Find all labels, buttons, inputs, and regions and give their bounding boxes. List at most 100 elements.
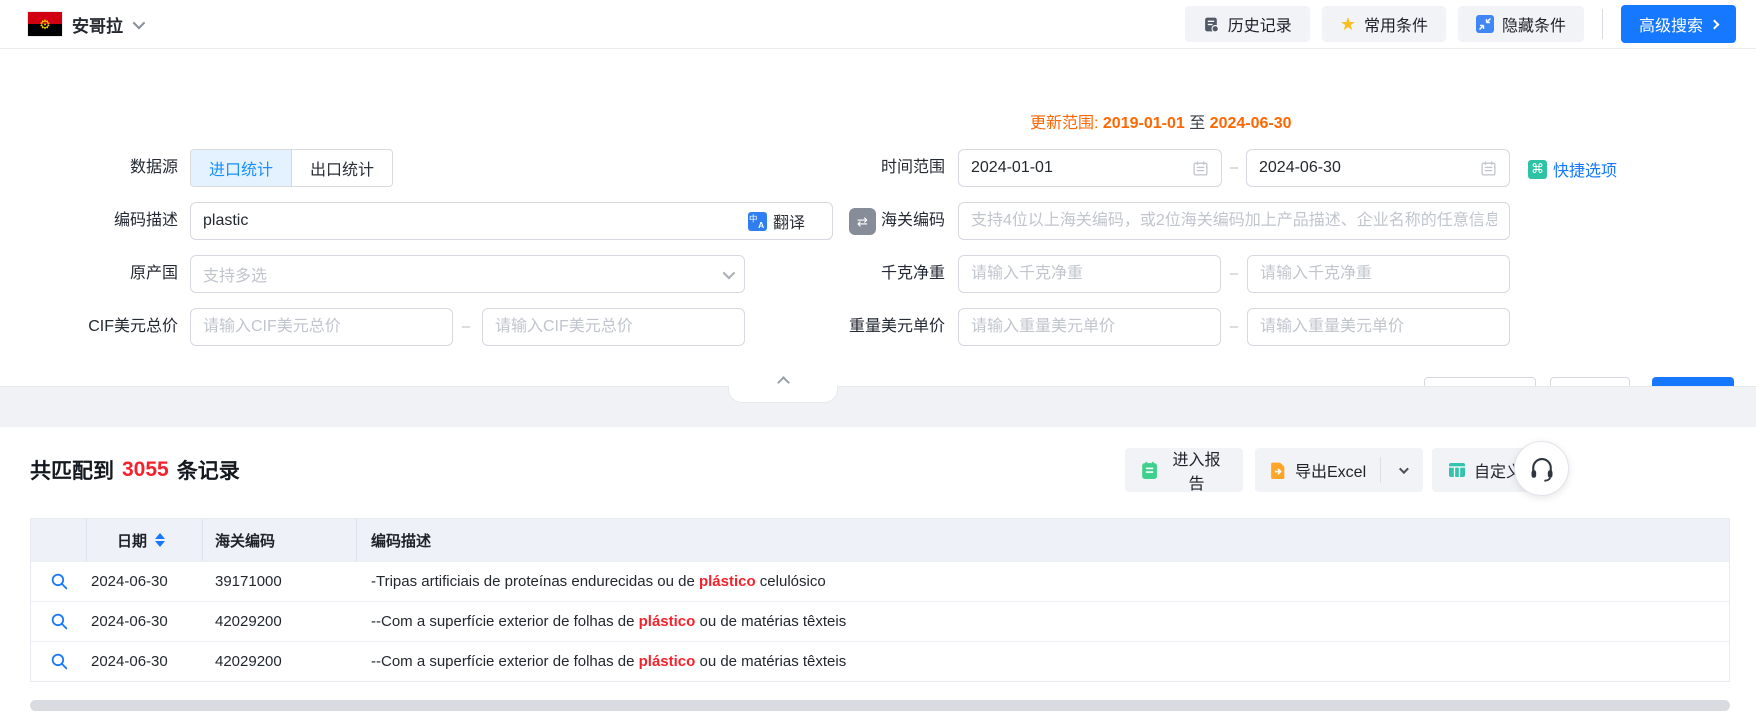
horizontal-scrollbar[interactable]: [30, 700, 1730, 711]
sort-toggle[interactable]: [155, 533, 165, 547]
unit-price-label: 重量美元单价: [770, 308, 945, 346]
export-excel-group: 导出Excel: [1255, 448, 1423, 492]
topbar-actions: 历史记录 ★ 常用条件 隐藏条件 高级搜索: [1185, 5, 1736, 43]
origin-country-label: 原产国: [0, 255, 178, 293]
quick-options-label: 快捷选项: [1553, 157, 1617, 181]
row-description: --Com a superfície exterior de folhas de…: [357, 613, 1729, 630]
unit-price-min-input[interactable]: [958, 308, 1221, 346]
desc-text: -Tripas artificiais de proteínas endurec…: [371, 573, 699, 590]
magnifier-icon[interactable]: [50, 572, 69, 591]
favorites-button[interactable]: ★ 常用条件: [1322, 6, 1446, 42]
calendar-icon: [1192, 160, 1209, 177]
advanced-search-button[interactable]: 高级搜索: [1621, 5, 1736, 43]
enter-report-button[interactable]: 进入报告: [1125, 448, 1243, 492]
date-start-input[interactable]: 2024-01-01: [958, 149, 1222, 187]
desc-text: celulósico: [756, 573, 826, 590]
chevron-right-icon: [1710, 19, 1720, 29]
magnifier-icon[interactable]: [50, 612, 69, 631]
desc-highlight: plástico: [639, 653, 696, 670]
desc-text: --Com a superfície exterior de folhas de: [371, 653, 639, 670]
history-button[interactable]: 历史记录: [1185, 6, 1310, 42]
translate-icon: 中A: [748, 212, 767, 231]
date-end-value: 2024-06-30: [1259, 159, 1472, 177]
date-range-dash: –: [1227, 149, 1241, 187]
desc-highlight: plástico: [639, 613, 696, 630]
command-icon: ⌘: [1528, 160, 1547, 179]
headset-icon: [1528, 455, 1556, 483]
results-table: 日期 海关编码 编码描述 2024-06-30 39171000 -Tripas…: [30, 518, 1730, 682]
row-hs-code: 39171000: [203, 573, 357, 590]
results-section: 共匹配到 3055 条记录 进入报告 导出Excel 自定义列 日期: [0, 427, 1756, 714]
update-range-note: 更新范围: 2019-01-01 至 2024-06-30: [1030, 109, 1292, 133]
row-description: -Tripas artificiais de proteínas endurec…: [357, 573, 1729, 590]
cif-max-input[interactable]: [482, 308, 745, 346]
header-code-cell: 海关编码: [203, 519, 357, 561]
cif-dash: –: [459, 308, 473, 346]
results-summary: 共匹配到 3055 条记录: [30, 448, 240, 492]
header-desc-cell: 编码描述: [357, 519, 1729, 561]
date-end-input[interactable]: 2024-06-30: [1246, 149, 1510, 187]
time-range-label: 时间范围: [770, 149, 945, 187]
row-date: 2024-06-30: [87, 653, 203, 670]
report-icon: [1141, 461, 1158, 480]
row-hs-code: 42029200: [203, 653, 357, 670]
country-name: 安哥拉: [72, 12, 123, 37]
row-date: 2024-06-30: [87, 573, 203, 590]
header-date-label: 日期: [117, 530, 147, 551]
net-weight-max-input[interactable]: [1247, 255, 1510, 293]
cif-label: CIF美元总价: [0, 308, 178, 346]
cif-min-input[interactable]: [190, 308, 453, 346]
header-date-cell: 日期: [87, 519, 203, 561]
row-hs-code: 42029200: [203, 613, 357, 630]
search-form: 数据源 进口统计 出口统计 更新范围: 2019-01-01 至 2024-06…: [0, 49, 1756, 386]
favorites-label: 常用条件: [1364, 12, 1428, 36]
desc-text: ou de matérias têxteis: [695, 613, 846, 630]
unit-price-max-input[interactable]: [1247, 308, 1510, 346]
export-dropdown-button[interactable]: [1381, 448, 1423, 492]
table-header-row: 日期 海关编码 编码描述: [31, 519, 1729, 561]
origin-country-placeholder: 支持多选: [203, 262, 715, 286]
tab-export-stats[interactable]: 出口统计: [291, 150, 392, 186]
net-weight-dash: –: [1227, 255, 1241, 293]
country-selector[interactable]: ⚙ 安哥拉: [28, 12, 142, 37]
unit-price-dash: –: [1227, 308, 1241, 346]
table-row[interactable]: 2024-06-30 39171000 -Tripas artificiais …: [31, 561, 1729, 601]
collapse-form-handle[interactable]: [728, 386, 838, 403]
calendar-icon: [1480, 160, 1497, 177]
customs-code-label: 海关编码: [770, 202, 945, 240]
sort-asc-icon: [155, 533, 165, 539]
desc-text: --Com a superfície exterior de folhas de: [371, 613, 639, 630]
angola-flag-icon: ⚙: [28, 12, 62, 36]
hide-conditions-button[interactable]: 隐藏条件: [1458, 6, 1584, 42]
topbar: ⚙ 安哥拉 历史记录 ★ 常用条件 隐藏条件 高级搜索: [0, 0, 1756, 49]
advanced-search-label: 高级搜索: [1639, 12, 1703, 36]
net-weight-label: 千克净重: [770, 255, 945, 293]
svg-text:A: A: [758, 219, 764, 229]
star-icon: ★: [1340, 15, 1356, 33]
net-weight-min-input[interactable]: [958, 255, 1221, 293]
section-divider-band: [0, 386, 1756, 427]
header-gutter-cell: [31, 519, 87, 561]
summary-prefix: 共匹配到: [30, 455, 114, 485]
quick-options-link[interactable]: ⌘ 快捷选项: [1528, 157, 1617, 181]
customer-service-button[interactable]: [1514, 441, 1569, 496]
export-excel-button[interactable]: 导出Excel: [1255, 448, 1380, 492]
code-desc-label: 编码描述: [0, 202, 178, 240]
svg-text:中: 中: [749, 213, 757, 223]
table-row[interactable]: 2024-06-30 42029200 --Com a superfície e…: [31, 601, 1729, 641]
row-date: 2024-06-30: [87, 613, 203, 630]
table-row[interactable]: 2024-06-30 42029200 --Com a superfície e…: [31, 641, 1729, 681]
chevron-down-icon: [133, 16, 146, 29]
desc-highlight: plástico: [699, 573, 756, 590]
customs-code-input[interactable]: [958, 202, 1510, 240]
code-desc-input[interactable]: [190, 202, 833, 240]
tab-import-stats[interactable]: 进口统计: [191, 150, 291, 186]
topbar-divider: [1602, 9, 1603, 39]
history-label: 历史记录: [1228, 12, 1292, 36]
collapse-icon: [1476, 15, 1494, 33]
sort-desc-icon: [155, 541, 165, 547]
origin-country-select[interactable]: 支持多选: [190, 255, 745, 293]
date-start-value: 2024-01-01: [971, 159, 1184, 177]
chevron-down-icon: [1399, 464, 1409, 474]
magnifier-icon[interactable]: [50, 652, 69, 671]
